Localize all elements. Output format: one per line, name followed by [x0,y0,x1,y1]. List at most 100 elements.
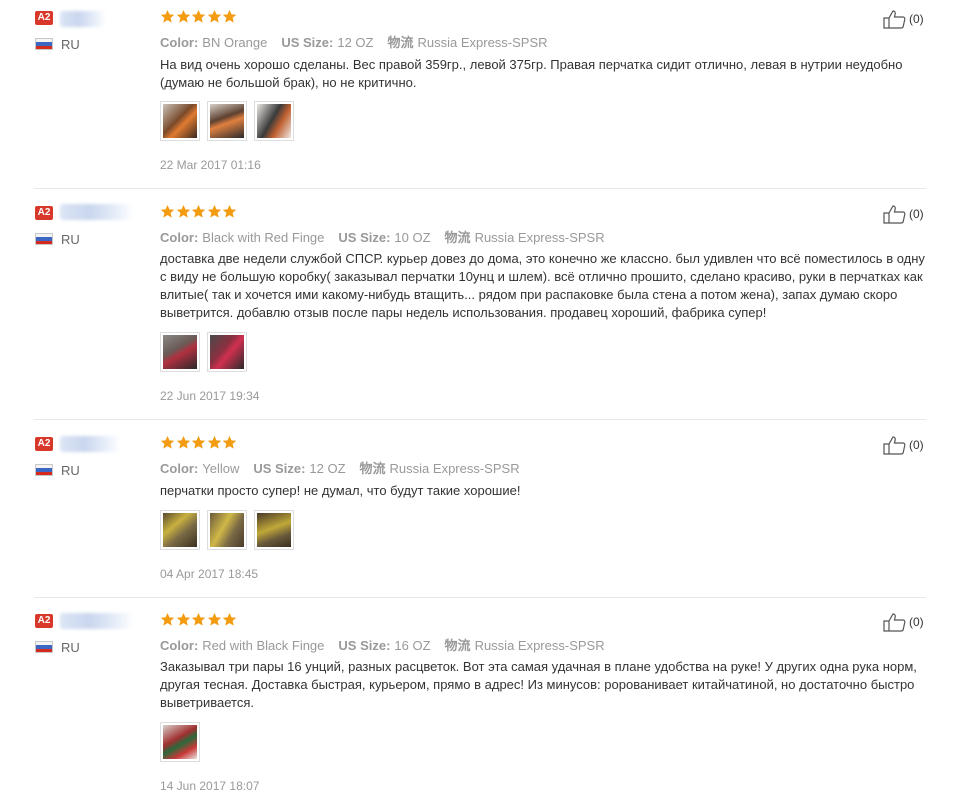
star-icon [176,9,190,23]
star-icon [191,612,206,626]
helpful-button[interactable]: (0) [883,9,924,29]
size-value: 12 OZ [337,35,374,50]
color-label: Color: [160,230,199,245]
review-divider [34,597,926,598]
review-photo-thumbnail[interactable] [160,332,200,372]
order-info: Color: Black with Red Finge US Size: 10 OZ 物… [160,227,619,246]
order-info: Color: Red with Black Finge US Size: 16 OZ 物… [160,635,619,654]
reviewer-name-blurred [60,436,120,452]
reviewer-country: RU [61,640,80,655]
thumbs-up-icon [883,436,906,455]
star-icon [160,9,175,23]
size-value: 16 OZ [394,638,431,653]
reviewer-name-blurred [60,11,106,27]
review-date: 22 Jun 2017 19:34 [160,389,260,403]
review-date: 22 Mar 2017 01:16 [160,158,261,172]
star-icon [176,204,190,218]
reviewer-country: RU [61,232,80,247]
review-photo-thumbnail[interactable] [254,510,294,550]
color-value: Red with Black Finge [202,638,325,653]
reviewer-country: RU [61,37,80,52]
color-label: Color: [160,35,199,50]
review-divider [34,188,926,189]
review-photo-thumbnail[interactable] [160,510,200,550]
helpful-button[interactable]: (0) [883,204,924,224]
review-divider [34,419,926,420]
color-label: Color: [160,461,199,476]
order-info: Color: BN Orange US Size: 12 OZ 物流 Russia Exp… [160,32,562,51]
reviewer-country: RU [61,463,80,478]
star-icon [191,435,206,449]
review-text: перчатки просто супер! не думал, что буд… [160,483,521,498]
star-icon [160,435,175,449]
helpful-button[interactable]: (0) [883,435,924,455]
shipping-value: Russia Express-SPSR [474,230,605,245]
helpful-count: (0) [909,207,924,221]
review-photo-thumbnail[interactable] [160,722,200,762]
thumbs-up-icon [883,613,906,632]
star-rating [160,435,238,451]
star-icon [160,204,175,218]
buyer-level-badge: A2 [35,614,53,628]
star-icon [160,612,175,626]
color-value: Yellow [202,461,240,476]
helpful-count: (0) [909,615,924,629]
helpful-count: (0) [909,12,924,26]
size-label: US Size: [253,461,306,476]
russia-flag-icon [35,38,53,50]
size-label: US Size: [281,35,334,50]
buyer-level-badge: A2 [35,206,53,220]
review-photo-thumbnail[interactable] [160,101,200,141]
star-icon [222,204,237,218]
review-text: Заказывал три пары 16 унций, разных расц… [160,659,917,710]
review-photo-thumbnail[interactable] [207,101,247,141]
star-rating [160,204,238,220]
russia-flag-icon [35,464,53,476]
color-label: Color: [160,638,199,653]
star-icon [207,435,221,449]
star-icon [176,612,190,626]
order-info: Color: Yellow US Size: 12 OZ 物流 Russia Expres… [160,458,534,477]
shipping-label: 物流 [359,461,386,476]
shipping-label: 物流 [387,35,414,50]
buyer-level-badge: A2 [35,11,53,25]
star-icon [222,9,237,23]
shipping-value: Russia Express-SPSR [389,461,520,476]
shipping-value: Russia Express-SPSR [474,638,605,653]
russia-flag-icon [35,641,53,653]
review-photo-thumbnail[interactable] [207,332,247,372]
review-photo-thumbnail[interactable] [254,101,294,141]
review-text: доставка две недели службой СПСР. курьер… [160,251,925,320]
star-rating [160,9,238,25]
star-icon [176,435,190,449]
thumbs-up-icon [883,10,906,29]
helpful-button[interactable]: (0) [883,612,924,632]
shipping-value: Russia Express-SPSR [417,35,548,50]
star-rating [160,612,238,628]
review-photos [160,332,254,372]
review-text: На вид очень хорошо сделаны. Вес правой … [160,57,903,90]
shipping-label: 物流 [444,638,471,653]
review-photos [160,101,301,141]
star-icon [207,612,221,626]
thumbs-up-icon [883,205,906,224]
helpful-count: (0) [909,438,924,452]
shipping-label: 物流 [444,230,471,245]
size-value: 12 OZ [309,461,346,476]
color-value: BN Orange [202,35,268,50]
review-date: 14 Jun 2017 18:07 [160,779,260,793]
buyer-level-badge: A2 [35,437,53,451]
russia-flag-icon [35,233,53,245]
review-photo-thumbnail[interactable] [207,510,247,550]
star-icon [207,204,221,218]
star-icon [222,612,237,626]
size-label: US Size: [338,638,391,653]
review-photos [160,510,301,550]
size-value: 10 OZ [394,230,431,245]
color-value: Black with Red Finge [202,230,325,245]
size-label: US Size: [338,230,391,245]
star-icon [191,204,206,218]
review-date: 04 Apr 2017 18:45 [160,567,259,581]
star-icon [207,9,221,23]
review-photos [160,722,207,762]
